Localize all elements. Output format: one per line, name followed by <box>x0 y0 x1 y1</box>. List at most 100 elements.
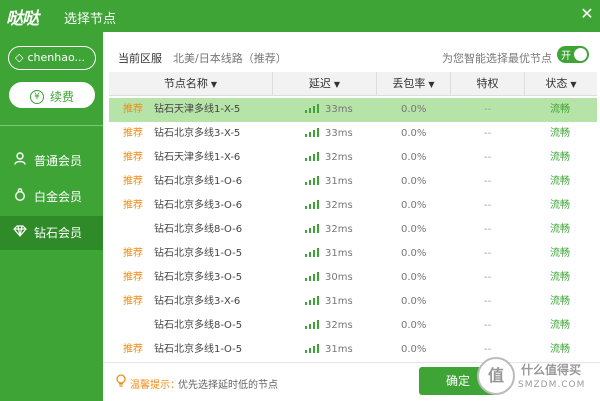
sidebar-item-diamond-member[interactable]: 钻石会员 <box>0 216 103 250</box>
recommend-tag: 推荐 <box>123 104 143 115</box>
signal-bars-icon <box>305 343 319 353</box>
watermark-url: SMZDM.COM <box>518 380 586 390</box>
close-icon[interactable]: ✕ <box>578 4 596 24</box>
table-row[interactable]: 推荐 钻石天津多线1-X-5 33ms 0.0% -- 流畅 <box>109 98 597 122</box>
table-row[interactable]: 钻石北京多线8-O-5 32ms 0.0% -- 流畅 <box>109 314 597 338</box>
sort-caret-icon: ▼ <box>333 80 341 89</box>
signal-bars-icon <box>305 319 319 329</box>
table-row[interactable]: 推荐 钻石北京多线3-X-6 31ms 0.0% -- 流畅 <box>109 290 597 314</box>
latency-cell: 32ms <box>305 194 353 218</box>
title-bar: 哒哒 选择节点 ✕ <box>0 0 600 32</box>
table-row[interactable]: 推荐 钻石北京多线3-O-5 30ms 0.0% -- 流畅 <box>109 266 597 290</box>
status: 流畅 <box>550 224 570 235</box>
packet-loss: 0.0% <box>401 296 427 307</box>
user-account[interactable]: ◇ chenhao... <box>8 46 96 70</box>
node-name: 钻石北京多线1-O-5 <box>154 248 243 259</box>
region-label: 当前区服 <box>118 52 162 65</box>
node-name: 钻石天津多线1-X-5 <box>154 104 241 115</box>
privilege: -- <box>484 152 492 163</box>
status: 流畅 <box>550 320 570 331</box>
signal-bars-icon <box>305 295 319 305</box>
latency-cell: 32ms <box>305 218 353 242</box>
privilege: -- <box>484 248 492 259</box>
status: 流畅 <box>550 152 570 163</box>
toggle-label: 开 <box>561 51 571 62</box>
recommend-tag: 推荐 <box>123 248 143 259</box>
node-name: 钻石北京多线8-O-5 <box>154 320 243 331</box>
packet-loss: 0.0% <box>401 320 427 331</box>
privilege: -- <box>484 320 492 331</box>
signal-bars-icon <box>305 103 319 113</box>
sort-caret-icon: ▼ <box>570 80 577 89</box>
diamond-icon <box>12 216 28 250</box>
table-row[interactable]: 推荐 钻石北京多线3-X-5 33ms 0.0% -- 流畅 <box>109 122 597 146</box>
latency-cell: 31ms <box>305 290 353 314</box>
signal-bars-icon <box>305 175 319 185</box>
packet-loss: 0.0% <box>401 104 427 115</box>
column-node-name[interactable]: 节点名称 ▼ <box>109 72 273 96</box>
recommend-tag: 推荐 <box>123 152 143 163</box>
signal-bars-icon <box>305 127 319 137</box>
window-title: 选择节点 <box>64 12 117 27</box>
latency-cell: 31ms <box>305 242 353 266</box>
column-privilege[interactable]: 特权 <box>451 72 525 96</box>
sidebar-item-label: 普通会员 <box>34 154 83 168</box>
bag-icon <box>12 180 28 214</box>
watermark-logo: 值 <box>477 357 515 395</box>
packet-loss: 0.0% <box>401 272 427 283</box>
packet-loss: 0.0% <box>401 224 427 235</box>
signal-bars-icon <box>305 271 319 281</box>
sidebar-item-platinum-member[interactable]: 白金会员 <box>0 180 103 214</box>
sidebar-item-label: 白金会员 <box>34 190 83 204</box>
app-logo: 哒哒 <box>6 9 39 29</box>
column-packet-loss[interactable]: 丢包率 ▼ <box>377 72 451 96</box>
column-status[interactable]: 状态 ▼ <box>525 72 597 96</box>
latency-cell: 33ms <box>305 122 353 146</box>
smart-select-toggle[interactable]: 开 <box>557 46 589 63</box>
node-name: 钻石北京多线3-X-6 <box>154 296 241 307</box>
privilege: -- <box>484 176 492 187</box>
watermark-text: 什么值得买 <box>521 363 582 377</box>
renew-label: 续费 <box>49 90 74 104</box>
packet-loss: 0.0% <box>401 344 427 355</box>
status: 流畅 <box>550 176 570 187</box>
node-name: 钻石北京多线3-X-5 <box>154 128 241 139</box>
sort-caret-icon: ▼ <box>428 80 435 89</box>
region-value: 北美/日本线路（推荐） <box>173 52 287 65</box>
latency-cell: 32ms <box>305 314 353 338</box>
status: 流畅 <box>550 200 570 211</box>
table-row[interactable]: 推荐 钻石北京多线3-O-6 32ms 0.0% -- 流畅 <box>109 194 597 218</box>
privilege: -- <box>484 128 492 139</box>
recommend-tag: 推荐 <box>123 344 143 355</box>
node-name: 钻石北京多线3-O-6 <box>154 200 243 211</box>
table-row[interactable]: 推荐 钻石北京多线1-O-6 31ms 0.0% -- 流畅 <box>109 170 597 194</box>
tip-label: 温馨提示： <box>130 380 180 391</box>
sidebar-item-regular-member[interactable]: 普通会员 <box>0 144 103 178</box>
status: 流畅 <box>550 248 570 259</box>
sidebar: ◇ chenhao... ¥ 续费 普通会员 白金会员 钻石会员 <box>0 32 103 401</box>
table-row[interactable]: 钻石北京多线8-O-6 32ms 0.0% -- 流畅 <box>109 218 597 242</box>
latency-cell: 33ms <box>305 98 353 122</box>
diamond-icon: ◇ <box>15 51 24 64</box>
signal-bars-icon <box>305 199 319 209</box>
sidebar-item-label: 钻石会员 <box>34 226 83 240</box>
renew-button[interactable]: ¥ 续费 <box>9 82 95 108</box>
table-row[interactable]: 推荐 钻石北京多线1-O-5 31ms 0.0% -- 流畅 <box>109 338 597 362</box>
lightbulb-icon <box>115 374 127 391</box>
coin-icon: ¥ <box>29 89 44 104</box>
table-row[interactable]: 推荐 钻石北京多线1-O-5 31ms 0.0% -- 流畅 <box>109 242 597 266</box>
latency-cell: 30ms <box>305 266 353 290</box>
status: 流畅 <box>550 344 570 355</box>
sidebar-divider <box>0 125 103 126</box>
packet-loss: 0.0% <box>401 152 427 163</box>
recommend-tag: 推荐 <box>123 272 143 283</box>
node-name: 钻石北京多线3-O-5 <box>154 272 243 283</box>
signal-bars-icon <box>305 247 319 257</box>
recommend-tag: 推荐 <box>123 296 143 307</box>
column-latency[interactable]: 延迟 ▼ <box>273 72 377 96</box>
tip-text: 优先选择延时低的节点 <box>178 380 278 391</box>
privilege: -- <box>484 272 492 283</box>
node-table-body: 推荐 钻石天津多线1-X-5 33ms 0.0% -- 流畅 推荐 钻石北京多线… <box>109 98 597 362</box>
recommend-tag: 推荐 <box>123 128 143 139</box>
table-row[interactable]: 推荐 钻石天津多线1-X-6 32ms 0.0% -- 流畅 <box>109 146 597 170</box>
